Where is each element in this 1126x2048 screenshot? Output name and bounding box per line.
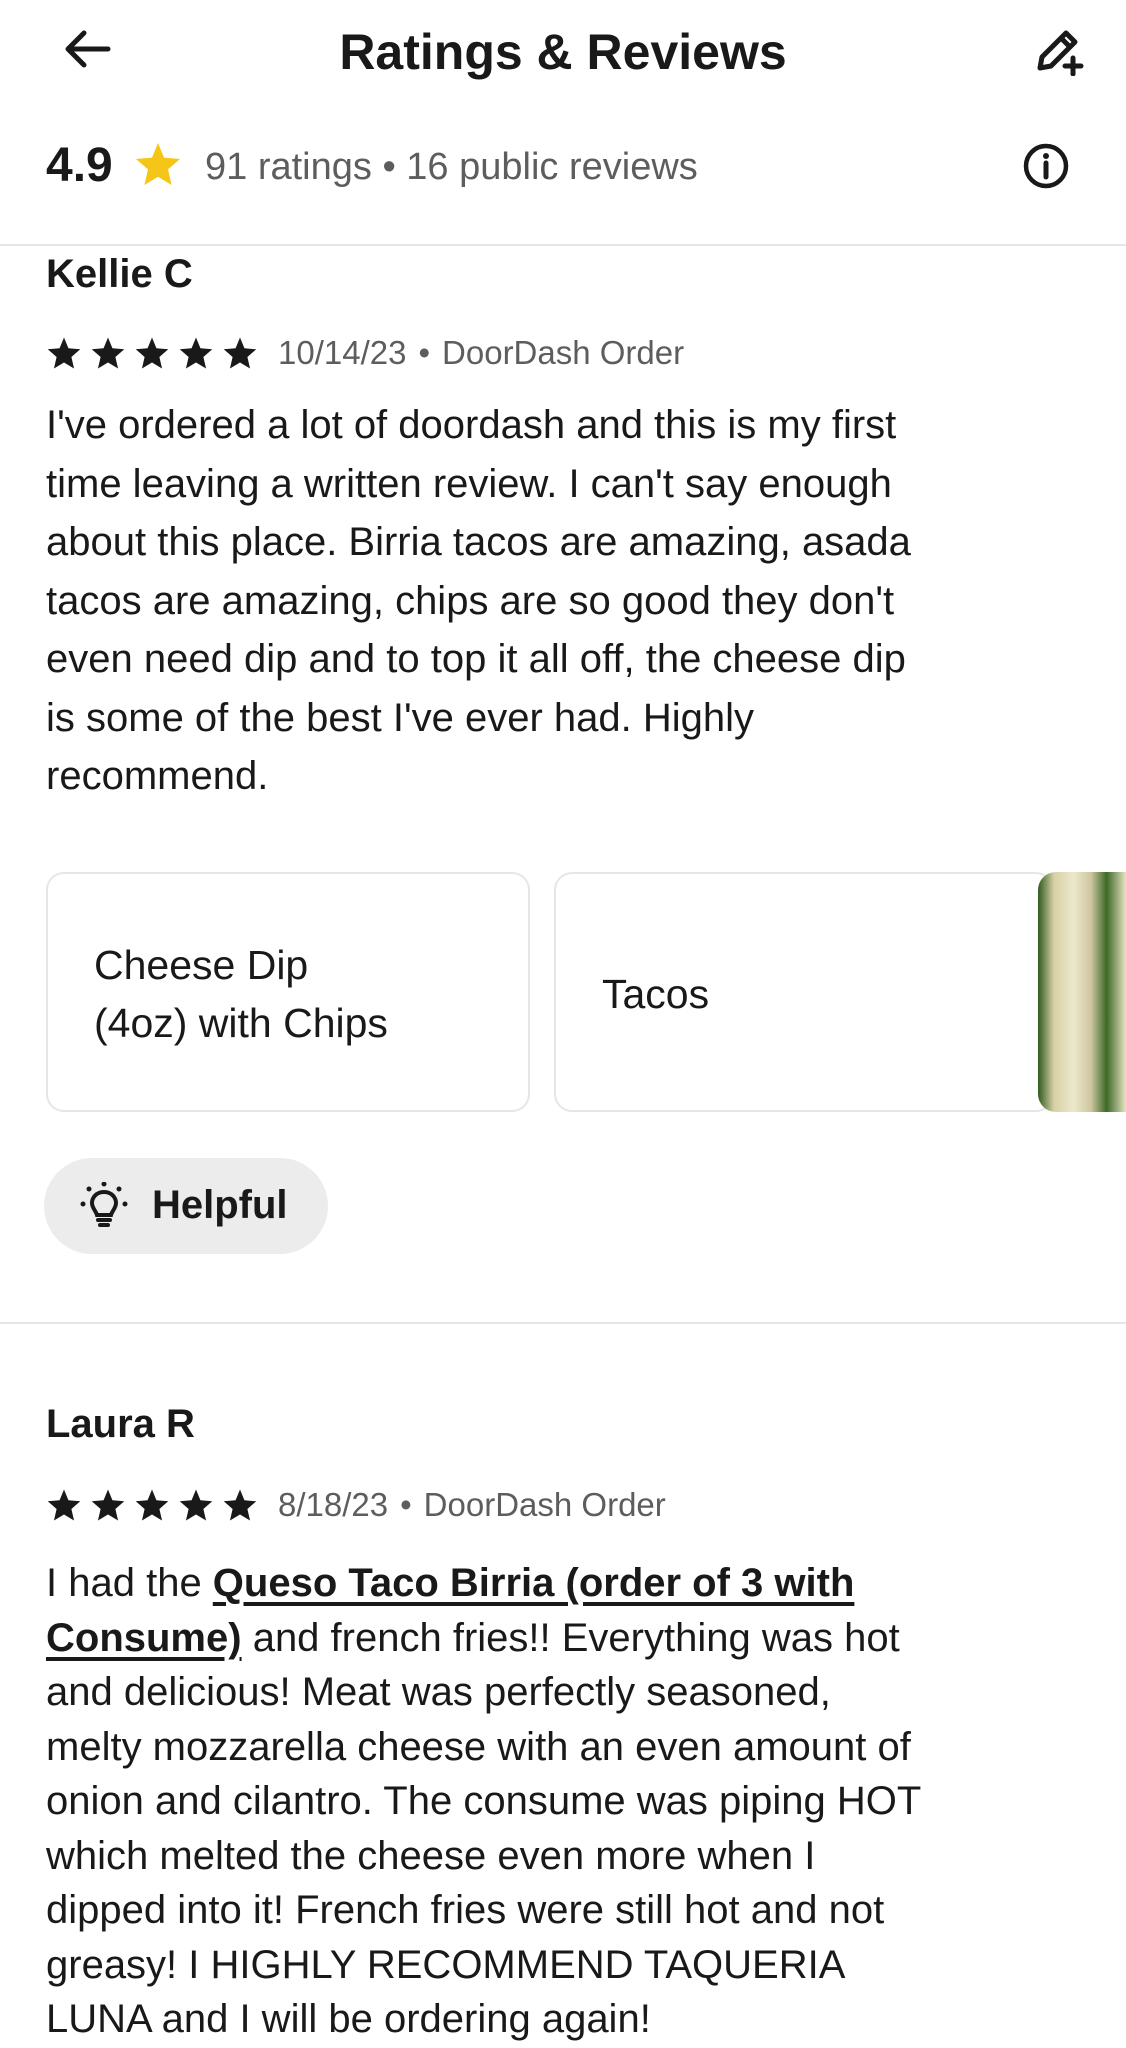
- helpful-button[interactable]: Helpful: [44, 1158, 328, 1254]
- review-date: 10/14/23: [278, 334, 407, 371]
- review-line: I've ordered a lot of doordash and this …: [46, 403, 897, 447]
- review-line: melty mozzarella cheese with an even amo…: [46, 1724, 911, 1769]
- review-line: dipped into it! French fries were still …: [46, 1888, 885, 1932]
- star-rating: [46, 1488, 258, 1522]
- review-line: which melted the cheese even more when I: [46, 1833, 816, 1878]
- review-source: DoorDash Order: [442, 334, 685, 371]
- info-icon: [1022, 143, 1070, 194]
- review-line: tacos are amazing, chips are so good the…: [46, 578, 895, 623]
- review-line: LUNA and I will be ordering again!: [46, 1997, 651, 2041]
- review-line: greasy! I HIGHLY RECOMMEND TAQUERIA: [46, 1942, 846, 1987]
- star-icon: [91, 337, 125, 369]
- item-name: Cheese Dip: [94, 942, 309, 988]
- review-line: is some of the best I've ever had. Highl…: [46, 695, 754, 740]
- ordered-item-card[interactable]: Cheese Dip (4oz) with Chips: [46, 872, 530, 1112]
- divider: [0, 1322, 1126, 1324]
- star-icon: [135, 1489, 169, 1521]
- page-title: Ratings & Reviews: [339, 24, 787, 80]
- review-meta: 8/18/23 • DoorDash Order: [46, 1482, 666, 1528]
- review-line: onion and cilantro. The consume was pipi…: [46, 1779, 922, 1823]
- star-icon: [179, 1489, 213, 1521]
- star-icon: [134, 141, 182, 192]
- star-icon: [47, 1489, 81, 1521]
- separator-dot: •: [400, 1486, 412, 1523]
- star-rating: [46, 336, 258, 370]
- item-name: Tacos: [602, 971, 710, 1017]
- item-photo[interactable]: [1038, 872, 1126, 1112]
- review-line: recommend.: [46, 754, 269, 798]
- star-icon: [223, 337, 257, 369]
- review-text-prefix: I had the: [46, 1561, 213, 1605]
- average-rating: 4.9: [46, 139, 113, 192]
- review-line: time leaving a written review. I can't s…: [46, 461, 892, 506]
- top-bar: Ratings & Reviews: [0, 0, 1126, 105]
- review-line: even need dip and to top it all off, the…: [46, 637, 906, 681]
- star-icon: [179, 337, 213, 369]
- review-source: DoorDash Order: [423, 1486, 666, 1523]
- item-link[interactable]: Queso Taco Birria (order of 3 with: [213, 1561, 855, 1605]
- reviewer-name: Kellie C: [46, 252, 193, 296]
- star-icon: [47, 337, 81, 369]
- pencil-plus-icon: [1032, 24, 1084, 81]
- helpful-label: Helpful: [152, 1183, 288, 1227]
- ordered-item-card[interactable]: Tacos: [554, 872, 1054, 1112]
- review-text: I had the Queso Taco Birria (order of 3 …: [46, 1556, 1086, 2047]
- ratings-count-text: 91 ratings • 16 public reviews: [205, 146, 698, 188]
- reviewer-name: Laura R: [46, 1402, 195, 1446]
- review-line: and delicious! Meat was perfectly season…: [46, 1670, 831, 1714]
- review-date: 8/18/23: [278, 1486, 389, 1523]
- divider: [0, 244, 1126, 246]
- write-review-button[interactable]: [1030, 24, 1086, 80]
- review-text: I've ordered a lot of doordash and this …: [46, 396, 1086, 806]
- separator-dot: •: [418, 334, 431, 371]
- item-name: (4oz) with Chips: [94, 1000, 388, 1046]
- star-icon: [223, 1489, 257, 1521]
- lightbulb-icon: [80, 1181, 128, 1235]
- review-meta: 10/14/23 • DoorDash Order: [46, 330, 684, 376]
- item-link[interactable]: Consume): [46, 1616, 242, 1660]
- review-line: Consume) and french fries!! Everything w…: [46, 1611, 1086, 1666]
- review-line: about this place. Birria tacos are amazi…: [46, 520, 911, 564]
- review-text-continued: and french fries!! Everything was hot: [241, 1615, 900, 1660]
- info-button[interactable]: [1022, 142, 1070, 190]
- star-icon: [135, 337, 169, 369]
- star-icon: [91, 1489, 125, 1521]
- review-line: I had the Queso Taco Birria (order of 3 …: [46, 1556, 1086, 1611]
